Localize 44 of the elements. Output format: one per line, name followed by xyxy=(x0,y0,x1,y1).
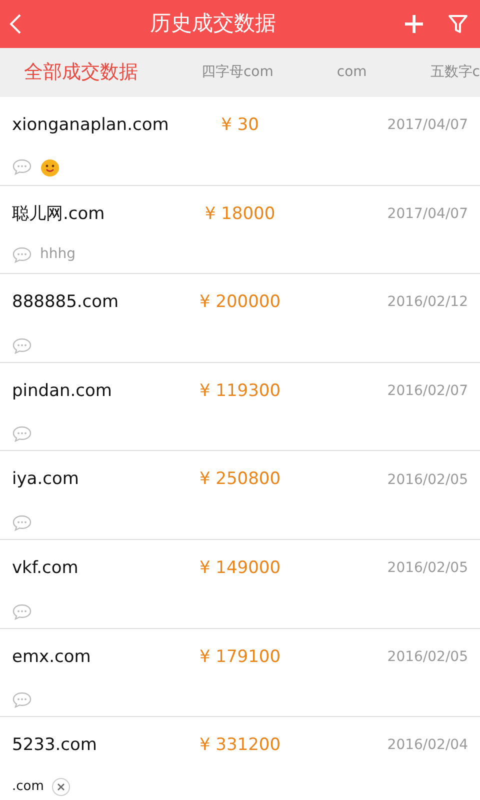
domain-name: iya.com xyxy=(12,468,80,492)
category-tab[interactable]: com xyxy=(336,62,367,83)
trade-date: 2016/02/07 xyxy=(387,382,468,402)
domain-name: vkf.com xyxy=(12,556,80,580)
smiley-icon xyxy=(40,156,60,177)
comment-icon xyxy=(12,514,32,531)
price: ¥ 30 xyxy=(221,114,259,137)
category-tab[interactable]: 五数字c xyxy=(430,62,480,83)
trade-date: 2017/04/07 xyxy=(387,116,468,136)
suffix-text: .com xyxy=(12,778,44,796)
category-tab[interactable]: 全部成交数据 xyxy=(24,58,138,87)
price: ¥ 18000 xyxy=(204,202,276,226)
trade-date: 2016/02/04 xyxy=(387,736,468,756)
price: ¥ 200000 xyxy=(199,291,281,314)
comment-icon xyxy=(12,604,32,620)
domain-name: 5233.com xyxy=(12,734,98,758)
price: ¥ 250800 xyxy=(199,468,281,492)
trade-date: 2016/02/05 xyxy=(387,470,468,490)
price: ¥ 149000 xyxy=(199,556,281,580)
domain-name: xionganaplan.com xyxy=(12,114,170,137)
comment-icon xyxy=(12,158,32,175)
trade-date: 2016/02/12 xyxy=(387,293,468,312)
comment-icon xyxy=(12,426,32,442)
price: ¥ 179100 xyxy=(199,646,281,669)
price: ¥ 119300 xyxy=(199,380,281,403)
trade-date: 2016/02/05 xyxy=(387,559,468,578)
comment-icon xyxy=(12,338,32,354)
comment-icon xyxy=(12,692,32,708)
filter-button[interactable] xyxy=(448,14,468,34)
domain-name: pindan.com xyxy=(12,380,113,403)
comment-text: hhhg xyxy=(40,245,76,264)
add-button[interactable] xyxy=(404,14,424,34)
category-tab[interactable]: 四字母com xyxy=(201,62,274,83)
trade-date: 2017/04/07 xyxy=(387,204,468,224)
trade-date: 2016/02/05 xyxy=(387,648,468,667)
back-button[interactable] xyxy=(8,13,22,35)
domain-name: 888885.com xyxy=(12,291,120,314)
comment-icon xyxy=(12,246,32,263)
domain-name: emx.com xyxy=(12,646,92,669)
domain-name: 聪儿网.com xyxy=(12,202,106,226)
price: ¥ 331200 xyxy=(199,734,281,758)
close-icon xyxy=(56,783,65,791)
page-title: 历史成交数据 xyxy=(149,10,277,38)
close-button[interactable] xyxy=(52,778,70,796)
